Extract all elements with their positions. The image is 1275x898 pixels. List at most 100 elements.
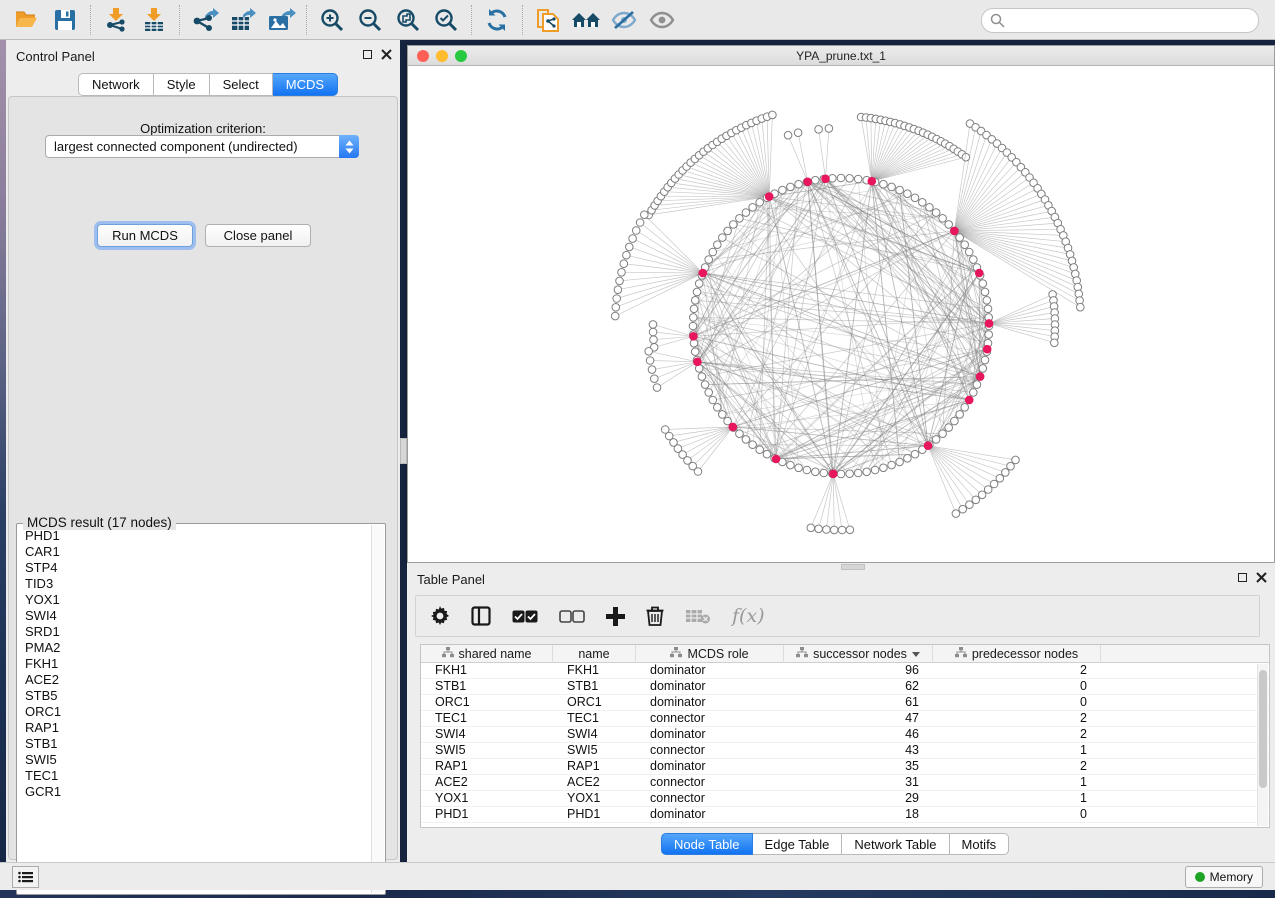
network-graph[interactable] xyxy=(408,66,1274,562)
mcds-result-node[interactable]: STB5 xyxy=(25,688,371,704)
deselect-all-icon[interactable] xyxy=(559,610,585,623)
table-cell: YOX1 xyxy=(421,791,553,806)
column-header-MCDS-role[interactable]: MCDS role xyxy=(636,645,784,663)
task-history-button[interactable] xyxy=(12,866,39,888)
toolbar-separator xyxy=(306,5,307,35)
float-panel-icon[interactable] xyxy=(363,50,372,59)
tab-network[interactable]: Network xyxy=(78,73,154,96)
table-type-tabs: Node TableEdge TableNetwork TableMotifs xyxy=(661,833,1009,855)
mcds-result-node[interactable]: GCR1 xyxy=(25,784,371,800)
close-panel-icon[interactable] xyxy=(381,49,392,60)
tab-mcds[interactable]: MCDS xyxy=(273,73,338,96)
table-row[interactable]: RAP1RAP1dominator352 xyxy=(421,759,1269,775)
mcds-result-node[interactable]: PHD1 xyxy=(25,528,371,544)
function-builder-icon[interactable]: f(x) xyxy=(732,605,765,627)
column-header-name[interactable]: name xyxy=(553,645,636,663)
import-network-icon[interactable] xyxy=(99,3,133,37)
mcds-result-node[interactable]: SRD1 xyxy=(25,624,371,640)
table-row[interactable]: SWI4SWI4dominator462 xyxy=(421,727,1269,743)
network-window-title: YPA_prune.txt_1 xyxy=(796,49,886,63)
table-row[interactable]: PHD1PHD1dominator180 xyxy=(421,807,1269,823)
add-column-icon[interactable] xyxy=(606,607,625,626)
splitpane-divider-handle[interactable] xyxy=(400,438,407,464)
column-header-shared-name[interactable]: shared name xyxy=(421,645,553,663)
table-cell: connector xyxy=(636,791,784,806)
table-row[interactable]: FKH1FKH1dominator962 xyxy=(421,663,1269,679)
tab-style[interactable]: Style xyxy=(154,73,210,96)
network-canvas[interactable] xyxy=(408,66,1274,562)
mcds-result-node[interactable]: YOX1 xyxy=(25,592,371,608)
control-panel-title: Control Panel xyxy=(16,49,95,64)
table-scrollbar[interactable] xyxy=(1257,664,1268,826)
window-minimize-icon[interactable] xyxy=(436,50,448,62)
table-cell: 2 xyxy=(933,711,1101,726)
close-panel-button[interactable]: Close panel xyxy=(205,224,311,247)
tab-select[interactable]: Select xyxy=(210,73,273,96)
hide-selected-icon[interactable] xyxy=(607,3,641,37)
mcds-result-node[interactable]: ORC1 xyxy=(25,704,371,720)
mcds-result-node[interactable]: SWI5 xyxy=(25,752,371,768)
settings-gear-icon[interactable] xyxy=(430,606,450,626)
import-table-icon[interactable] xyxy=(137,3,171,37)
export-table-icon[interactable] xyxy=(226,3,260,37)
mcds-result-node[interactable]: ACE2 xyxy=(25,672,371,688)
mcds-result-node[interactable]: STP4 xyxy=(25,560,371,576)
zoom-in-icon[interactable] xyxy=(315,3,349,37)
table-row[interactable]: TEC1TEC1connector472 xyxy=(421,711,1269,727)
save-session-icon[interactable] xyxy=(48,3,82,37)
node-table[interactable]: shared namenameMCDS rolesuccessor nodesp… xyxy=(420,644,1270,828)
tab-network-table[interactable]: Network Table xyxy=(842,833,949,855)
column-header-successor-nodes[interactable]: successor nodes xyxy=(784,645,933,663)
select-all-icon[interactable] xyxy=(512,610,538,623)
main-toolbar xyxy=(0,0,1275,40)
duplicate-network-icon[interactable] xyxy=(531,3,565,37)
mcds-result-node[interactable]: RAP1 xyxy=(25,720,371,736)
optimization-criterion-dropdown[interactable]: largest connected component (undirected) xyxy=(45,135,359,158)
table-scrollbar-thumb[interactable] xyxy=(1259,670,1267,788)
table-row[interactable]: ORC1ORC1dominator610 xyxy=(421,695,1269,711)
export-network-icon[interactable] xyxy=(188,3,222,37)
zoom-selected-icon[interactable] xyxy=(429,3,463,37)
mcds-result-list[interactable]: PHD1CAR1STP4TID3YOX1SWI4SRD1PMA2FKH1ACE2… xyxy=(18,528,371,893)
table-row[interactable]: YOX1YOX1connector291 xyxy=(421,791,1269,807)
table-cell: 61 xyxy=(784,695,933,710)
table-row[interactable]: ACE2ACE2connector311 xyxy=(421,775,1269,791)
delete-table-icon[interactable] xyxy=(685,608,711,624)
control-panel: Control Panel NetworkStyleSelectMCDS Opt… xyxy=(6,40,400,862)
show-columns-icon[interactable] xyxy=(471,606,491,626)
network-window-titlebar[interactable]: YPA_prune.txt_1 xyxy=(408,46,1274,66)
mcds-result-node[interactable]: STB1 xyxy=(25,736,371,752)
show-all-icon[interactable] xyxy=(645,3,679,37)
memory-button[interactable]: Memory xyxy=(1185,866,1263,888)
tab-node-table[interactable]: Node Table xyxy=(661,833,753,855)
zoom-out-icon[interactable] xyxy=(353,3,387,37)
column-header-predecessor-nodes[interactable]: predecessor nodes xyxy=(933,645,1101,663)
zoom-fit-icon[interactable] xyxy=(391,3,425,37)
mcds-result-node[interactable]: SWI4 xyxy=(25,608,371,624)
window-close-icon[interactable] xyxy=(417,50,429,62)
mcds-result-node[interactable]: TEC1 xyxy=(25,768,371,784)
mcds-result-node[interactable]: CAR1 xyxy=(25,544,371,560)
window-maximize-icon[interactable] xyxy=(455,50,467,62)
table-cell: 18 xyxy=(784,807,933,822)
close-table-panel-icon[interactable] xyxy=(1256,572,1267,583)
search-input[interactable] xyxy=(981,8,1259,33)
table-cell: 29 xyxy=(784,791,933,806)
float-table-panel-icon[interactable] xyxy=(1238,573,1247,582)
table-cell: connector xyxy=(636,711,784,726)
open-file-icon[interactable] xyxy=(10,3,44,37)
apply-layout-icon[interactable] xyxy=(480,3,514,37)
mcds-result-node[interactable]: TID3 xyxy=(25,576,371,592)
mcds-result-node[interactable]: PMA2 xyxy=(25,640,371,656)
table-cell: STB1 xyxy=(421,679,553,694)
mcds-list-scrollbar[interactable] xyxy=(371,525,384,893)
tab-edge-table[interactable]: Edge Table xyxy=(753,833,843,855)
mcds-result-node[interactable]: FKH1 xyxy=(25,656,371,672)
table-row[interactable]: SWI5SWI5connector431 xyxy=(421,743,1269,759)
export-image-icon[interactable] xyxy=(264,3,298,37)
delete-column-icon[interactable] xyxy=(646,606,664,626)
first-neighbors-icon[interactable] xyxy=(569,3,603,37)
run-mcds-button[interactable]: Run MCDS xyxy=(97,224,193,247)
table-row[interactable]: STB1STB1dominator620 xyxy=(421,679,1269,695)
tab-motifs[interactable]: Motifs xyxy=(950,833,1010,855)
